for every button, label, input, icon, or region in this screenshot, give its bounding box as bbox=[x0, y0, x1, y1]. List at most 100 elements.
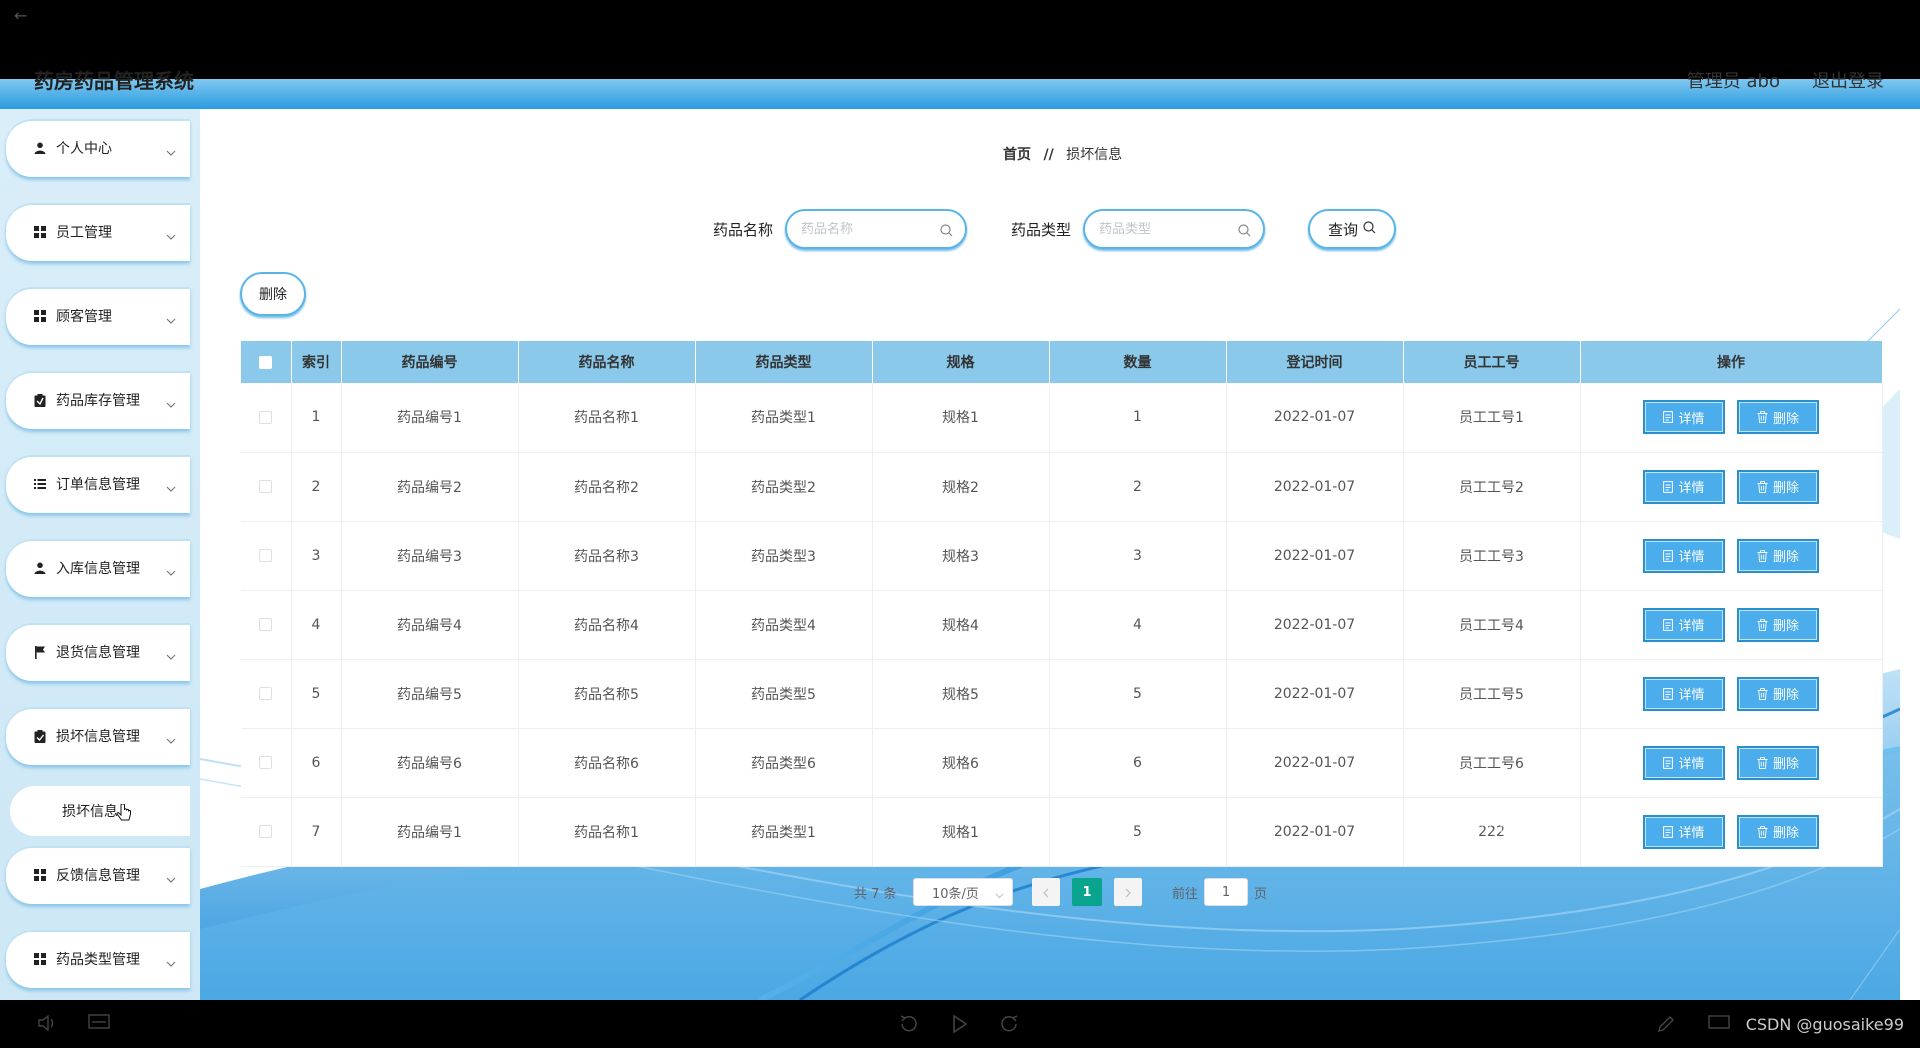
submenu-item-damage-info[interactable]: 损坏信息 bbox=[10, 786, 190, 836]
cell-date: 2022-01-07 bbox=[1226, 590, 1404, 660]
drug-type-input[interactable] bbox=[1099, 221, 1239, 237]
detail-button[interactable]: 详情 bbox=[1643, 745, 1725, 780]
row-checkbox[interactable] bbox=[259, 825, 273, 838]
app-title: 药房药品管理系统 bbox=[34, 69, 194, 93]
row-select-cell bbox=[241, 590, 292, 660]
row-checkbox[interactable] bbox=[259, 687, 273, 700]
delete-button[interactable]: 删除 bbox=[1737, 676, 1819, 711]
detail-button[interactable]: 详情 bbox=[1643, 607, 1725, 642]
cell-actions: 详情 删除 bbox=[1580, 383, 1883, 453]
breadcrumb-current: 损坏信息 bbox=[1066, 147, 1123, 163]
select-all-checkbox[interactable] bbox=[259, 355, 273, 369]
page-number-current[interactable]: 1 bbox=[1072, 878, 1102, 906]
volume-icon[interactable] bbox=[38, 1014, 58, 1036]
page-size-select[interactable]: 10条/页 bbox=[913, 878, 1013, 906]
drug-name-input[interactable] bbox=[801, 221, 941, 237]
batch-delete-button[interactable]: 删除 bbox=[240, 272, 306, 316]
rewind-icon[interactable] bbox=[898, 1014, 920, 1038]
search-icon bbox=[940, 222, 953, 241]
cell-qty: 5 bbox=[1049, 659, 1227, 729]
row-checkbox[interactable] bbox=[259, 410, 273, 424]
sidebar-item-employee[interactable]: 员工管理 bbox=[6, 203, 190, 261]
sidebar-item-label: 反馈信息管理 bbox=[56, 868, 140, 884]
sidebar-item-personal-center[interactable]: 个人中心 bbox=[6, 119, 190, 177]
delete-button[interactable]: 删除 bbox=[1737, 538, 1819, 573]
row-select-cell bbox=[241, 659, 292, 729]
cell-name: 药品名称1 bbox=[518, 797, 696, 867]
col-header: 登记时间 bbox=[1226, 341, 1404, 383]
cell-name: 药品名称5 bbox=[518, 659, 696, 729]
chevron-down-icon bbox=[166, 141, 176, 160]
sidebar-item-order[interactable]: 订单信息管理 bbox=[6, 455, 190, 513]
play-icon[interactable] bbox=[952, 1014, 968, 1038]
detail-button[interactable]: 详情 bbox=[1643, 400, 1725, 435]
detail-button[interactable]: 详情 bbox=[1643, 538, 1725, 573]
col-header: 药品编号 bbox=[341, 341, 519, 383]
row-checkbox[interactable] bbox=[259, 756, 273, 769]
sidebar-item-return[interactable]: 退货信息管理 bbox=[6, 623, 190, 681]
cell-index: 7 bbox=[291, 797, 342, 867]
cell-spec: 规格2 bbox=[872, 452, 1050, 522]
detail-button[interactable]: 详情 bbox=[1643, 814, 1725, 849]
cell-date: 2022-01-07 bbox=[1226, 452, 1404, 522]
submenu-item-label: 损坏信息 bbox=[62, 804, 118, 820]
row-checkbox[interactable] bbox=[259, 480, 273, 493]
sidebar-item-drug-stock[interactable]: 药品库存管理 bbox=[6, 371, 190, 429]
breadcrumb-home[interactable]: 首页 bbox=[1003, 147, 1031, 163]
sidebar-item-label: 退货信息管理 bbox=[56, 645, 140, 661]
cell-type: 药品类型1 bbox=[695, 797, 873, 867]
cell-code: 药品编号5 bbox=[341, 659, 519, 729]
pen-icon[interactable] bbox=[1656, 1014, 1676, 1038]
sidebar-item-feedback[interactable]: 反馈信息管理 bbox=[6, 846, 190, 904]
col-header: 操作 bbox=[1580, 341, 1883, 383]
sidebar-item-label: 损坏信息管理 bbox=[56, 729, 140, 745]
sidebar-item-customer[interactable]: 顾客管理 bbox=[6, 287, 190, 345]
sidebar-item-inbound[interactable]: 入库信息管理 bbox=[6, 539, 190, 597]
delete-button[interactable]: 删除 bbox=[1737, 607, 1819, 642]
subtitle-icon[interactable] bbox=[88, 1014, 110, 1036]
table-row: 6 药品编号6 药品名称6 药品类型6 规格6 6 2022-01-07 员工工号6 详情 删除 bbox=[241, 728, 1883, 798]
next-page-button[interactable] bbox=[1114, 878, 1142, 906]
sidebar-item-drug-type[interactable]: 药品类型管理 bbox=[6, 930, 190, 988]
query-button[interactable]: 查询 bbox=[1308, 209, 1396, 249]
fast-forward-icon[interactable] bbox=[998, 1014, 1020, 1038]
detail-button[interactable]: 详情 bbox=[1643, 676, 1725, 711]
cell-type: 药品类型4 bbox=[695, 590, 873, 660]
delete-button[interactable]: 删除 bbox=[1737, 469, 1819, 504]
select-all-cell bbox=[241, 341, 292, 383]
cell-spec: 规格4 bbox=[872, 590, 1050, 660]
detail-button-label: 详情 bbox=[1678, 688, 1705, 703]
delete-button[interactable]: 删除 bbox=[1737, 814, 1819, 849]
drug-name-input-wrapper bbox=[785, 209, 967, 249]
goto-page-input[interactable] bbox=[1204, 878, 1248, 906]
grid-icon bbox=[32, 951, 48, 967]
col-header: 索引 bbox=[291, 341, 342, 383]
query-button-label: 查询 bbox=[1327, 220, 1358, 239]
screen-icon[interactable] bbox=[1708, 1014, 1730, 1036]
cell-code: 药品编号1 bbox=[341, 383, 519, 453]
row-checkbox[interactable] bbox=[259, 549, 273, 562]
delete-button[interactable]: 删除 bbox=[1737, 400, 1819, 435]
drug-type-input-wrapper bbox=[1083, 209, 1265, 249]
chevron-down-icon bbox=[166, 868, 176, 887]
right-scrollbar[interactable] bbox=[1900, 109, 1920, 1000]
cell-qty: 2 bbox=[1049, 452, 1227, 522]
detail-button-label: 详情 bbox=[1678, 481, 1705, 496]
cell-type: 药品类型2 bbox=[695, 452, 873, 522]
csdn-watermark: CSDN @guosaike99 bbox=[1745, 1015, 1904, 1034]
breadcrumb-separator: // bbox=[1043, 147, 1054, 163]
row-checkbox[interactable] bbox=[259, 618, 273, 631]
cell-spec: 规格3 bbox=[872, 521, 1050, 591]
cell-name: 药品名称4 bbox=[518, 590, 696, 660]
cell-qty: 3 bbox=[1049, 521, 1227, 591]
cell-spec: 规格5 bbox=[872, 659, 1050, 729]
sidebar-item-damage[interactable]: 损坏信息管理 bbox=[6, 707, 190, 765]
back-arrow-icon[interactable]: ← bbox=[14, 6, 27, 25]
detail-button[interactable]: 详情 bbox=[1643, 469, 1725, 504]
logout-link[interactable]: 退出登录 bbox=[1812, 67, 1884, 93]
cell-index: 1 bbox=[291, 383, 342, 453]
col-header: 规格 bbox=[872, 341, 1050, 383]
detail-button-label: 详情 bbox=[1678, 826, 1705, 841]
prev-page-button[interactable] bbox=[1032, 878, 1060, 906]
delete-button[interactable]: 删除 bbox=[1737, 745, 1819, 780]
